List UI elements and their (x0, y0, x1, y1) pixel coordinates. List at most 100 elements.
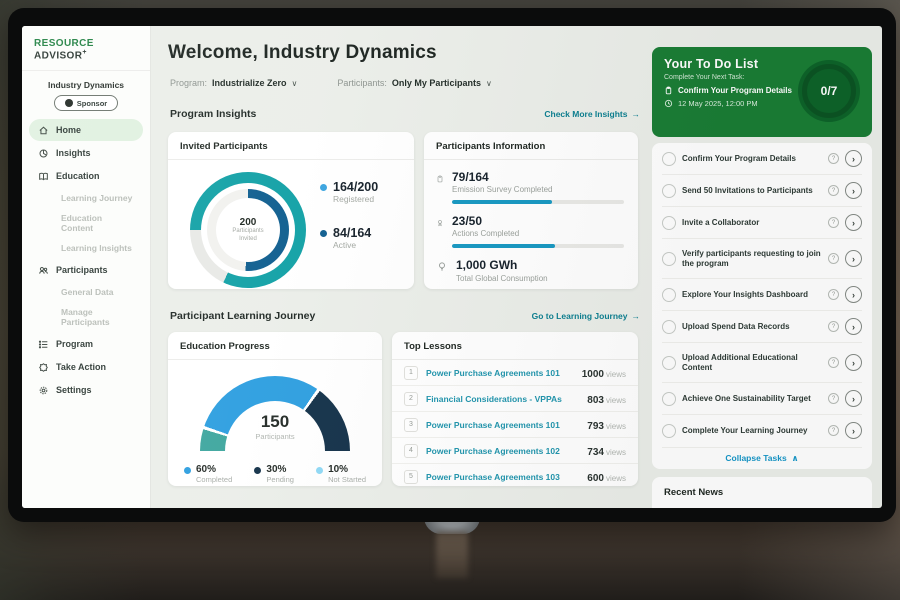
donut-center-label: Participants (232, 228, 263, 236)
gauge-center-value: 150 (200, 412, 350, 432)
legend-value: 30% (266, 464, 294, 475)
task-open-button[interactable]: › (845, 286, 862, 303)
lesson-link[interactable]: Power Purchase Agreements 103 (426, 472, 579, 482)
program-insights-section-header: Program Insights Check More Insights → (170, 108, 640, 120)
sponsor-badge[interactable]: Sponsor (54, 95, 118, 111)
task-checkbox[interactable] (662, 152, 676, 166)
task-open-button[interactable]: › (845, 150, 862, 167)
lesson-row: 4 Power Purchase Agreements 102 734views (392, 438, 638, 464)
metric-value: 23/50 (452, 215, 624, 228)
sidebar: RESOURCE ADVISOR+ Industry Dynamics Spon… (22, 26, 151, 508)
task-checkbox[interactable] (662, 320, 676, 334)
sidebar-item-program[interactable]: Program (29, 333, 143, 355)
recent-news-card: Recent News (652, 477, 872, 508)
info-icon[interactable]: ? (828, 153, 839, 164)
info-icon[interactable]: ? (828, 393, 839, 404)
sidebar-item-education-content[interactable]: Education Content (29, 208, 143, 238)
sidebar-item-manage-participants[interactable]: Manage Participants (29, 302, 143, 332)
info-icon[interactable]: ? (828, 185, 839, 196)
lightbulb-icon (436, 261, 448, 273)
not-started-dot (316, 467, 323, 474)
collapse-tasks-link[interactable]: Collapse Tasks ∧ (662, 448, 862, 469)
todo-progress-count: 0/7 (821, 84, 838, 98)
info-icon[interactable]: ? (828, 425, 839, 436)
task-open-button[interactable]: › (845, 318, 862, 335)
views-unit: views (606, 396, 626, 405)
page-title: Welcome, Industry Dynamics (168, 42, 437, 64)
sidebar-item-label: Insights (56, 148, 91, 158)
task-open-button[interactable]: › (845, 422, 862, 439)
monitor-stand-column (436, 532, 468, 578)
rank-badge: 2 (404, 392, 418, 406)
sidebar-item-learning-journey[interactable]: Learning Journey (29, 188, 143, 208)
task-checkbox[interactable] (662, 184, 676, 198)
info-icon[interactable]: ? (828, 253, 839, 264)
sidebar-item-settings[interactable]: Settings (29, 379, 143, 401)
sidebar-item-education[interactable]: Education (29, 165, 143, 187)
metric-value: 79/164 (452, 171, 624, 184)
invited-participants-donut-chart: 200 Participants Invited (190, 172, 306, 288)
go-to-learning-journey-link[interactable]: Go to Learning Journey → (532, 311, 640, 321)
task-open-button[interactable]: › (845, 250, 862, 267)
people-icon (38, 265, 49, 276)
sidebar-item-label: Program (56, 339, 93, 349)
lesson-row: 3 Power Purchase Agreements 101 793views (392, 412, 638, 438)
task-checkbox[interactable] (662, 216, 676, 230)
task-open-button[interactable]: › (845, 354, 862, 371)
legend-value: 10% (328, 464, 366, 475)
views-count: 793 (587, 421, 604, 432)
task-checkbox[interactable] (662, 392, 676, 406)
lesson-link[interactable]: Financial Considerations - VPPAs (426, 394, 579, 404)
task-checkbox[interactable] (662, 356, 676, 370)
task-open-button[interactable]: › (845, 214, 862, 231)
info-icon[interactable]: ? (828, 217, 839, 228)
task-open-button[interactable]: › (845, 390, 862, 407)
task-row: Verify participants requesting to join t… (662, 239, 862, 279)
program-dropdown[interactable]: Program: Industrialize Zero ∨ (170, 78, 297, 88)
legend-registered: 164/200 Registered (320, 180, 378, 204)
metric-emission-survey: 79/164 Emission Survey Completed (424, 160, 638, 204)
sponsor-badge-label: Sponsor (77, 99, 107, 108)
sidebar-item-label: Education (56, 171, 100, 181)
participants-dropdown[interactable]: Participants: Only My Participants ∨ (337, 78, 491, 88)
rank-badge: 1 (404, 366, 418, 380)
info-icon[interactable]: ? (828, 357, 839, 368)
sidebar-item-label: Participants (56, 265, 108, 275)
active-dot (320, 230, 327, 237)
list-icon (38, 339, 49, 350)
legend-active: 84/164 Active (320, 226, 378, 250)
education-progress-gauge: 150 Participants (200, 376, 350, 452)
clipboard-icon (664, 86, 673, 95)
book-icon (38, 171, 49, 182)
sidebar-item-general-data[interactable]: General Data (29, 282, 143, 302)
todo-progress-ring: 0/7 (798, 60, 860, 122)
education-progress-card: Education Progress 150 Participants 60% … (168, 332, 382, 486)
top-lessons-card: Top Lessons 1 Power Purchase Agreements … (392, 332, 638, 486)
info-icon[interactable]: ? (828, 321, 839, 332)
rank-badge: 4 (404, 444, 418, 458)
task-checkbox[interactable] (662, 424, 676, 438)
task-open-button[interactable]: › (845, 182, 862, 199)
lesson-link[interactable]: Power Purchase Agreements 101 (426, 368, 574, 378)
arrow-right-icon: → (632, 109, 641, 119)
arrow-right-icon: → (632, 311, 641, 321)
completed-dot (184, 467, 191, 474)
chevron-down-icon: ∨ (292, 79, 298, 88)
sidebar-item-participants[interactable]: Participants (29, 259, 143, 281)
sidebar-item-take-action[interactable]: Take Action (29, 356, 143, 378)
card-title: Participants Information (424, 132, 638, 160)
metric-actions-completed: 23/50 Actions Completed (424, 204, 638, 248)
lesson-link[interactable]: Power Purchase Agreements 102 (426, 446, 579, 456)
monitor-bezel: RESOURCE ADVISOR+ Industry Dynamics Spon… (8, 8, 896, 522)
task-checkbox[interactable] (662, 252, 676, 266)
donut-legend: 164/200 Registered 84/164 Active (320, 180, 378, 250)
sidebar-item-home[interactable]: Home (29, 119, 143, 141)
task-checkbox[interactable] (662, 288, 676, 302)
lesson-link[interactable]: Power Purchase Agreements 101 (426, 420, 579, 430)
sidebar-item-learning-insights[interactable]: Learning Insights (29, 238, 143, 258)
info-icon[interactable]: ? (828, 289, 839, 300)
check-more-insights-link[interactable]: Check More Insights → (544, 109, 640, 119)
sidebar-item-label: Take Action (56, 362, 106, 372)
rank-badge: 5 (404, 470, 418, 484)
sidebar-item-insights[interactable]: Insights (29, 142, 143, 164)
